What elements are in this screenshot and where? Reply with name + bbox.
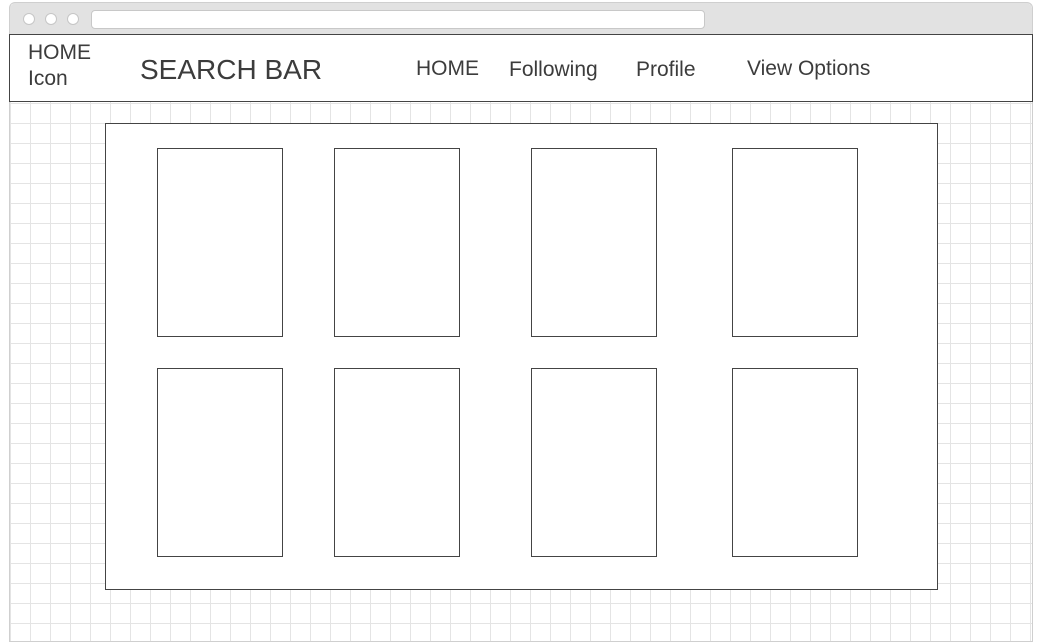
grid-card[interactable] — [531, 368, 657, 557]
grid-card[interactable] — [334, 148, 460, 337]
top-navbar: HOME Icon SEARCH BAR HOME Following Prof… — [9, 34, 1033, 102]
nav-link-profile[interactable]: Profile — [636, 57, 696, 83]
grid-card[interactable] — [157, 148, 283, 337]
nav-link-view-options[interactable]: View Options — [747, 56, 870, 82]
browser-chrome — [10, 3, 1032, 36]
content-panel — [105, 123, 938, 590]
nav-link-following[interactable]: Following — [509, 57, 598, 83]
nav-link-home[interactable]: HOME — [416, 56, 479, 82]
grid-card[interactable] — [334, 368, 460, 557]
home-icon[interactable]: HOME Icon — [28, 40, 118, 92]
search-bar[interactable]: SEARCH BAR — [140, 53, 322, 87]
grid-card[interactable] — [732, 148, 858, 337]
window-minimize-button[interactable] — [45, 13, 57, 25]
address-bar[interactable] — [91, 10, 705, 29]
grid-card[interactable] — [531, 148, 657, 337]
grid-card[interactable] — [732, 368, 858, 557]
window-close-button[interactable] — [23, 13, 35, 25]
grid-card[interactable] — [157, 368, 283, 557]
window-maximize-button[interactable] — [67, 13, 79, 25]
